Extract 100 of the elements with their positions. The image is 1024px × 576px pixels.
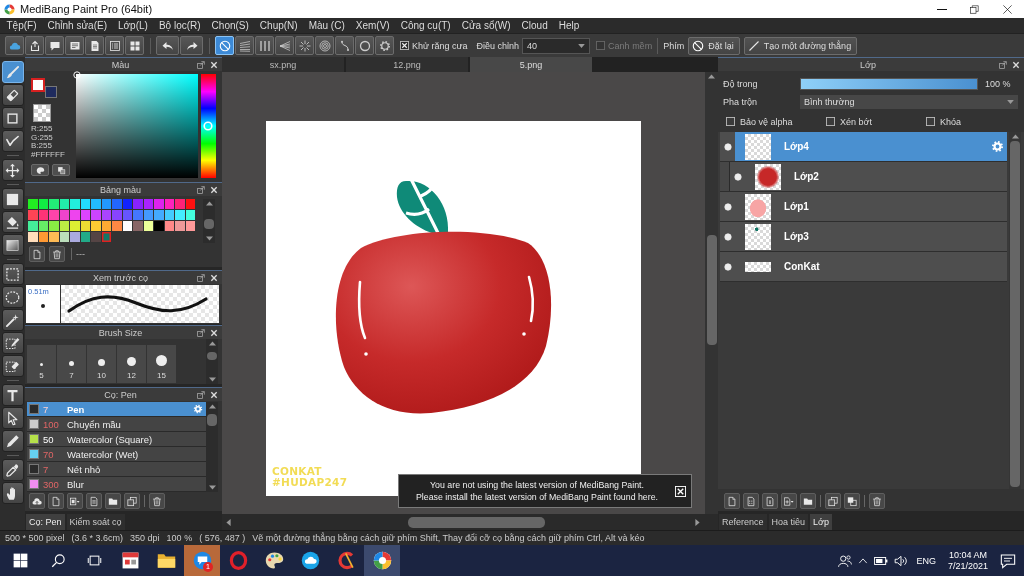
- color-swatch-icon[interactable]: [185, 199, 195, 209]
- scroll-left-icon[interactable]: [226, 518, 231, 526]
- color-swatch-icon[interactable]: [185, 221, 195, 231]
- new-page-button[interactable]: [48, 493, 64, 509]
- scroll-up-icon[interactable]: [1011, 134, 1019, 139]
- notice-board-button[interactable]: [65, 36, 84, 55]
- close-icon[interactable]: [210, 60, 218, 69]
- color-swatch-icon[interactable]: [143, 210, 153, 220]
- paint-bucket-tool[interactable]: [1, 211, 24, 233]
- menu-item[interactable]: Cloud: [516, 18, 554, 33]
- filled-square-tool[interactable]: [1, 188, 24, 210]
- color-swatch-icon[interactable]: [80, 221, 90, 231]
- trash-button[interactable]: [869, 493, 885, 509]
- notification-icon[interactable]: [1000, 552, 1016, 569]
- panel-tab[interactable]: Kiểm soát cọ: [66, 514, 125, 530]
- cursor-tool[interactable]: [1, 407, 24, 429]
- color-swatch-icon[interactable]: [185, 210, 195, 220]
- scroll-up-icon[interactable]: [708, 74, 715, 79]
- scroll-thumb[interactable]: [207, 414, 217, 426]
- checkbox[interactable]: [926, 117, 935, 126]
- color-swatch-icon[interactable]: [154, 221, 164, 231]
- checkbox[interactable]: [400, 41, 409, 50]
- color-swatch-icon[interactable]: [91, 199, 101, 209]
- radial-lines-button[interactable]: [295, 36, 314, 55]
- brush-size-option[interactable]: 12: [117, 345, 146, 383]
- dotted-page-button[interactable]: [743, 493, 759, 509]
- merge-button[interactable]: [844, 493, 860, 509]
- folder-button[interactable]: [800, 493, 816, 509]
- scroll-up-icon[interactable]: [205, 201, 213, 206]
- parallel-lines-button[interactable]: [235, 36, 254, 55]
- move-tool[interactable]: [1, 159, 24, 181]
- blend-mode-dropdown[interactable]: Bình thường: [800, 95, 1018, 109]
- brush-item[interactable]: 7 Nét nhỏ: [27, 462, 206, 477]
- popout-icon[interactable]: [999, 60, 1007, 69]
- color-swatch-icon[interactable]: [154, 199, 164, 209]
- color-swatch-icon[interactable]: [154, 210, 164, 220]
- close-icon[interactable]: [210, 273, 218, 282]
- circle-button[interactable]: [355, 36, 374, 55]
- close-icon[interactable]: [210, 390, 218, 399]
- color-swatch-icon[interactable]: [133, 199, 143, 209]
- magic-wand-tool[interactable]: [1, 309, 24, 331]
- color-swatch-icon[interactable]: [164, 199, 174, 209]
- color-swatch-icon[interactable]: [70, 199, 80, 209]
- menu-item[interactable]: Chọn(S): [206, 18, 255, 33]
- color-swatch-icon[interactable]: [38, 210, 48, 220]
- color-swatch-icon[interactable]: [122, 221, 132, 231]
- language-indicator[interactable]: ENG: [916, 555, 936, 566]
- color-swatch-icon[interactable]: [143, 199, 153, 209]
- scrollbar[interactable]: [203, 199, 215, 243]
- color-swatch-icon[interactable]: [38, 232, 48, 242]
- panel-tab[interactable]: Lớp: [810, 514, 832, 530]
- menu-item[interactable]: Cửa sổ(W): [456, 18, 517, 33]
- gear-icon[interactable]: [193, 404, 203, 414]
- brush-size-option[interactable]: 10: [87, 345, 116, 383]
- scroll-down-icon[interactable]: [208, 485, 216, 490]
- color-swatch-icon[interactable]: [28, 221, 38, 231]
- color-swatch-icon[interactable]: [91, 232, 101, 242]
- hue-slider[interactable]: [201, 74, 216, 178]
- cloud-button[interactable]: [5, 36, 24, 55]
- color-swatch-icon[interactable]: [133, 210, 143, 220]
- color-swatch-icon[interactable]: [91, 221, 101, 231]
- brush-tool[interactable]: [1, 61, 24, 83]
- palette-button[interactable]: [31, 164, 49, 176]
- hand-tool[interactable]: [1, 482, 24, 504]
- page-bar-button[interactable]: [762, 493, 778, 509]
- color-swatch-icon[interactable]: [70, 232, 80, 242]
- reset-button[interactable]: Đặt lại: [688, 36, 740, 55]
- no-symbol-button[interactable]: [215, 36, 234, 55]
- page-dropdown-button[interactable]: [67, 493, 83, 509]
- color-swatch-icon[interactable]: [80, 232, 90, 242]
- chevron-up-icon[interactable]: [858, 555, 869, 566]
- people-icon[interactable]: [838, 553, 853, 568]
- document-button[interactable]: [85, 36, 104, 55]
- brush-item[interactable]: 70 Watercolor (Wet): [27, 447, 206, 462]
- close-icon[interactable]: [210, 185, 218, 194]
- scroll-thumb[interactable]: [706, 235, 717, 345]
- brush-size-option[interactable]: 7: [57, 345, 86, 383]
- color-swatch-icon[interactable]: [59, 199, 69, 209]
- popout-icon[interactable]: [197, 328, 205, 337]
- selection-pen-tool[interactable]: [1, 332, 24, 354]
- add-page-button[interactable]: [781, 493, 797, 509]
- grid-button[interactable]: [125, 36, 144, 55]
- speech-bubble-button[interactable]: [45, 36, 64, 55]
- panel-tab[interactable]: Reference: [719, 514, 767, 530]
- opacity-slider[interactable]: [800, 77, 978, 90]
- color-swatch-icon[interactable]: [70, 221, 80, 231]
- square-outline-tool[interactable]: [1, 107, 24, 129]
- document-tab[interactable]: 5.png: [470, 57, 592, 72]
- color-swatch-icon[interactable]: [59, 232, 69, 242]
- hue-handle[interactable]: [203, 121, 213, 131]
- panel-tab[interactable]: Hoa tiêu: [768, 514, 809, 530]
- eyedropper-tool[interactable]: [1, 459, 24, 481]
- menu-item[interactable]: Chỉnh sửa(E): [42, 18, 113, 33]
- color-swatch-icon[interactable]: [101, 199, 111, 209]
- color-field[interactable]: [76, 74, 198, 178]
- copy-button[interactable]: [124, 493, 140, 509]
- layer-item[interactable]: Lớp2: [720, 162, 1007, 192]
- brush-item[interactable]: 50 Watercolor (Square): [27, 432, 206, 447]
- color-swatch-icon[interactable]: [80, 210, 90, 220]
- scrollbar[interactable]: [705, 72, 718, 514]
